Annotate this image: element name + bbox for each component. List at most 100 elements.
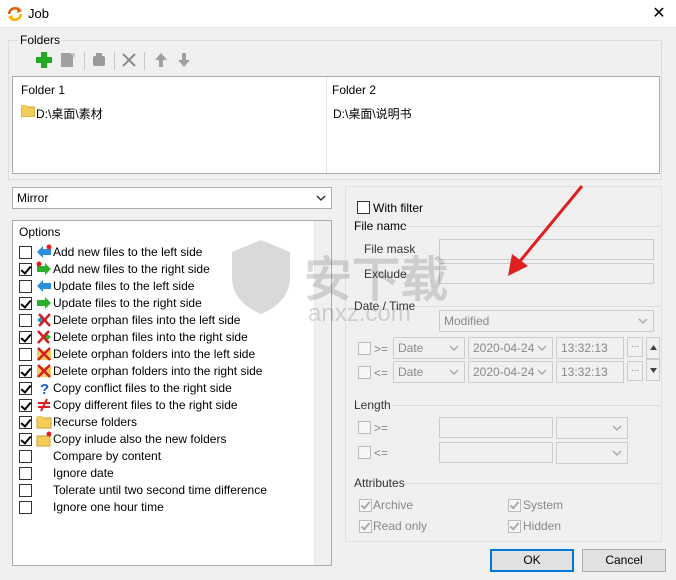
- option-checkbox[interactable]: [19, 484, 32, 497]
- column-header-folder1[interactable]: Folder 1: [21, 83, 65, 97]
- option-label: Delete orphan files into the right side: [53, 330, 248, 344]
- hidden-label: Hidden: [523, 519, 562, 533]
- section-divider: [404, 483, 660, 484]
- length-ge-input[interactable]: [439, 417, 553, 438]
- delete-folder-left-icon: [37, 347, 51, 361]
- date-ge-checkbox[interactable]: [358, 342, 371, 355]
- date-le-browse-button[interactable]: ...: [627, 361, 643, 381]
- date-le-type-select[interactable]: Date: [393, 361, 465, 383]
- delete-folder-right-icon: [37, 364, 51, 378]
- option-checkbox[interactable]: [19, 399, 32, 412]
- archive-label: Archive: [373, 498, 414, 512]
- archive-checkbox[interactable]: [359, 499, 372, 512]
- length-ge-checkbox[interactable]: [358, 421, 371, 434]
- folder2-path: D:\桌面\说明书: [333, 107, 412, 121]
- title-bar: Job ✕: [0, 0, 676, 28]
- close-button[interactable]: ✕: [642, 0, 676, 28]
- option-checkbox[interactable]: [19, 263, 32, 276]
- date-le-time-value: 13:32:13: [561, 365, 608, 379]
- length-le-checkbox[interactable]: [358, 446, 371, 459]
- option-checkbox[interactable]: [19, 280, 32, 293]
- window-title: Job: [28, 6, 49, 21]
- option-label: Tolerate until two second time differenc…: [53, 483, 267, 497]
- date-le-date-value: 2020-04-24: [473, 365, 535, 379]
- watermark: 安下载 anxz.com: [228, 238, 458, 338]
- date-scroll-down-button[interactable]: [646, 359, 660, 381]
- option-label: Delete orphan folders into the right sid…: [53, 364, 263, 378]
- hidden-checkbox[interactable]: [508, 520, 521, 533]
- read-only-checkbox[interactable]: [359, 520, 372, 533]
- chevron-down-icon: [612, 450, 622, 457]
- not-equal-icon: [38, 398, 50, 412]
- option-checkbox[interactable]: [19, 416, 32, 429]
- arrow-right-icon: [37, 297, 51, 309]
- date-le-checkbox[interactable]: [358, 366, 371, 379]
- option-checkbox[interactable]: [19, 382, 32, 395]
- option-label: Add new files to the right side: [53, 262, 210, 276]
- chevron-down-icon: [316, 195, 326, 202]
- folder-icon: [21, 105, 35, 117]
- length-le-input[interactable]: [439, 442, 553, 463]
- with-filter-label: With filter: [373, 201, 424, 215]
- option-checkbox[interactable]: [19, 365, 32, 378]
- column-header-folder2[interactable]: Folder 2: [332, 83, 376, 97]
- chevron-down-icon: [449, 345, 459, 352]
- arrow-up-icon[interactable]: [151, 50, 171, 70]
- delete-right-icon: [37, 330, 51, 344]
- arrow-right-new-icon: [36, 261, 51, 275]
- ok-button[interactable]: OK: [490, 549, 574, 572]
- svg-text:?: ?: [40, 381, 49, 396]
- cancel-button[interactable]: Cancel: [582, 549, 666, 572]
- option-checkbox[interactable]: [19, 348, 32, 361]
- option-checkbox[interactable]: [19, 314, 32, 327]
- folder-list[interactable]: Folder 1 Folder 2 D:\桌面\素材 D:\桌面\说明书: [12, 76, 660, 174]
- delete-left-icon: [37, 313, 51, 327]
- length-le-unit-select[interactable]: [556, 442, 628, 464]
- read-only-label: Read only: [373, 519, 428, 533]
- shield-logo-icon: [232, 240, 290, 314]
- close-icon: ✕: [652, 5, 666, 22]
- date-ge-date-picker[interactable]: 2020-04-24: [468, 337, 553, 359]
- chevron-down-icon: [449, 369, 459, 376]
- attributes-section-label: Attributes: [354, 476, 405, 490]
- option-label: Delete orphan folders into the left side: [53, 347, 256, 361]
- option-checkbox[interactable]: [19, 331, 32, 344]
- watermark-en-text: anxz.com: [308, 300, 411, 327]
- with-filter-checkbox[interactable]: [357, 201, 370, 214]
- folder-icon: [36, 416, 52, 429]
- date-scroll-up-button[interactable]: [646, 337, 660, 359]
- system-checkbox[interactable]: [508, 499, 521, 512]
- option-label: Ignore one hour time: [53, 500, 164, 514]
- mode-select[interactable]: Mirror: [12, 187, 332, 209]
- chevron-down-icon: [638, 318, 648, 325]
- chevron-down-icon: [537, 345, 547, 352]
- edit-icon[interactable]: [58, 50, 78, 70]
- date-ge-date-value: 2020-04-24: [473, 341, 535, 355]
- arrow-down-icon[interactable]: [174, 50, 194, 70]
- option-checkbox[interactable]: [19, 297, 32, 310]
- copy-icon[interactable]: [89, 50, 109, 70]
- option-checkbox[interactable]: [19, 467, 32, 480]
- option-checkbox[interactable]: [19, 450, 32, 463]
- date-ge-time-input[interactable]: 13:32:13: [556, 337, 624, 359]
- chevron-down-icon: [612, 425, 622, 432]
- date-ge-browse-button[interactable]: ...: [627, 337, 643, 357]
- section-divider: [392, 405, 660, 406]
- date-le-date-picker[interactable]: 2020-04-24: [468, 361, 553, 383]
- option-checkbox[interactable]: [19, 246, 32, 259]
- date-ge-type-value: Date: [398, 341, 424, 355]
- date-ge-type-select[interactable]: Date: [393, 337, 465, 359]
- date-mode-select[interactable]: Modified: [439, 310, 654, 332]
- length-ge-unit-select[interactable]: [556, 417, 628, 439]
- annotation-arrow: [508, 185, 584, 276]
- date-le-time-input[interactable]: 13:32:13: [556, 361, 624, 383]
- arrow-left-icon: [37, 280, 51, 292]
- table-row[interactable]: D:\桌面\素材 D:\桌面\说明书: [19, 103, 659, 121]
- option-checkbox[interactable]: [19, 433, 32, 446]
- length-section-label: Length: [354, 398, 391, 412]
- date-ge-label: >=: [374, 342, 389, 356]
- toolbar-separator: [144, 52, 145, 70]
- plus-icon[interactable]: [34, 50, 54, 70]
- option-checkbox[interactable]: [19, 501, 32, 514]
- delete-icon[interactable]: [119, 50, 139, 70]
